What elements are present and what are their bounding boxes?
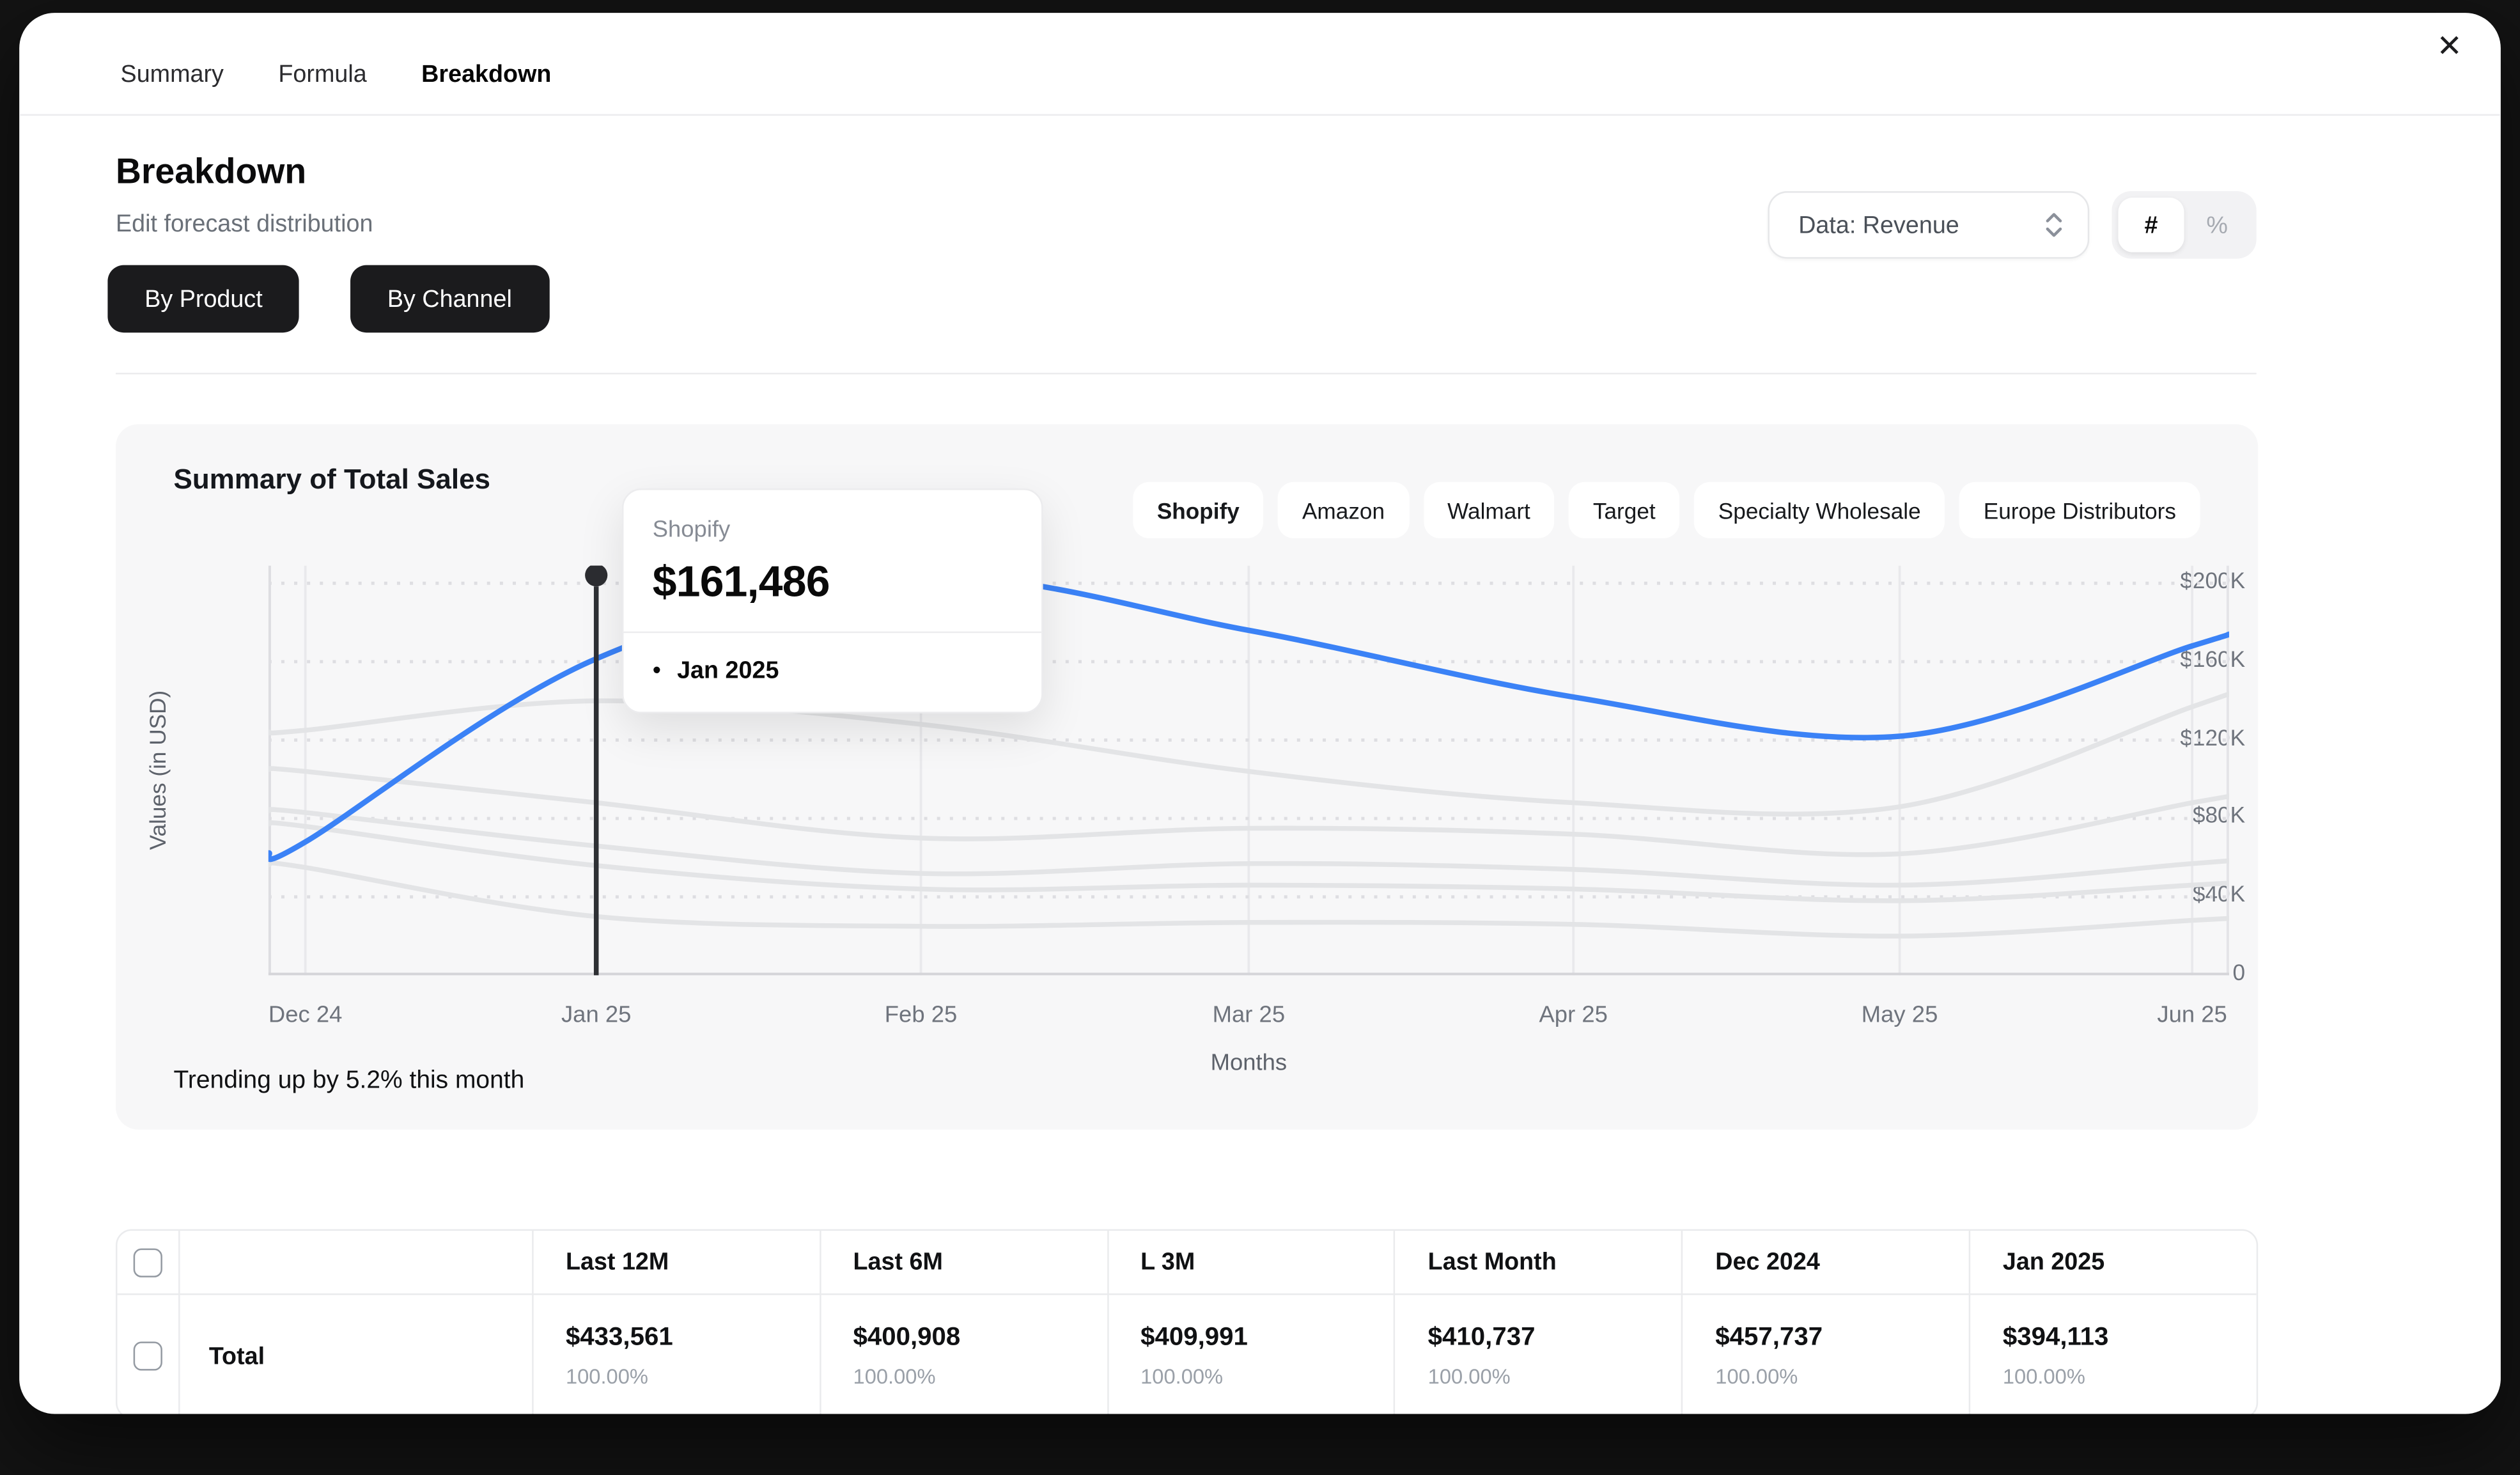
cell-value: $394,113 bbox=[2003, 1324, 2257, 1353]
section-divider bbox=[116, 373, 2257, 375]
tab-bar: Summary Formula Breakdown bbox=[121, 61, 552, 88]
cell-percent: 100.00% bbox=[853, 1364, 1107, 1389]
x-tick-label: Feb 25 bbox=[825, 1003, 1018, 1028]
column-header-l-3m: L 3M bbox=[1107, 1231, 1394, 1293]
unit-toggle: # % bbox=[2112, 191, 2256, 259]
cell-value: $400,908 bbox=[853, 1324, 1107, 1353]
breakdown-table: Last 12MLast 6ML 3MLast MonthDec 2024Jan… bbox=[116, 1229, 2258, 1414]
row-value-cell-l-3m: $409,991 100.00% bbox=[1107, 1295, 1394, 1414]
cell-percent: 100.00% bbox=[2003, 1364, 2257, 1389]
unit-toggle-number[interactable]: # bbox=[2118, 198, 2184, 252]
page-subtitle: Edit forecast distribution bbox=[116, 210, 373, 238]
x-tick-label: May 25 bbox=[1803, 1003, 1996, 1028]
table-row-total: Total$433,561100.00%$400,908100.00%$409,… bbox=[118, 1295, 2257, 1414]
legend-item-shopify[interactable]: Shopify bbox=[1133, 482, 1264, 538]
cell-value: $410,737 bbox=[1428, 1324, 1682, 1353]
row-value-cell-jan-2025: $394,113 100.00% bbox=[1969, 1295, 2257, 1414]
unit-toggle-percent[interactable]: % bbox=[2184, 198, 2250, 252]
table-header-row: Last 12MLast 6ML 3MLast MonthDec 2024Jan… bbox=[118, 1231, 2257, 1295]
tooltip-point-label: Jan 2025 bbox=[677, 657, 779, 685]
column-header-last-6m: Last 6M bbox=[820, 1231, 1107, 1293]
row-name-cell: Total bbox=[178, 1295, 532, 1414]
chart-legend: ShopifyAmazonWalmart Target Specialty Whol… bbox=[1133, 482, 2200, 538]
row-value-cell-last-6m: $400,908 100.00% bbox=[820, 1295, 1107, 1414]
tab-summary[interactable]: Summary bbox=[121, 61, 224, 88]
column-header-dec-2024: Dec 2024 bbox=[1682, 1231, 1970, 1293]
row-value-cell-last-12m: $433,561 100.00% bbox=[532, 1295, 820, 1414]
legend-item-amazon[interactable]: Amazon bbox=[1278, 482, 1409, 538]
tooltip-value: $161,486 bbox=[653, 558, 1013, 607]
table-body: Total$433,561100.00%$400,908100.00%$409,… bbox=[118, 1295, 2257, 1414]
x-axis-title: Months bbox=[1088, 1051, 1410, 1077]
tooltip-series-name: Shopify bbox=[653, 517, 1013, 543]
tab-breakdown[interactable]: Breakdown bbox=[421, 61, 551, 88]
chart-panel: Summary of Total Sales ShopifyAmazonWalm… bbox=[116, 424, 2258, 1129]
legend-item-specialty-wholesale[interactable]: Specialty Wholesale bbox=[1694, 482, 1945, 538]
chevron-up-down-icon bbox=[2042, 209, 2065, 241]
x-tick-label: Apr 25 bbox=[1477, 1003, 1670, 1028]
legend-item-walmart[interactable]: Walmart bbox=[1423, 482, 1554, 538]
sales-line-chart[interactable] bbox=[268, 566, 2229, 977]
by-product-button[interactable]: By Product bbox=[107, 265, 299, 333]
cell-percent: 100.00% bbox=[1140, 1364, 1394, 1389]
column-header-jan-2025: Jan 2025 bbox=[1969, 1231, 2257, 1293]
legend-item-europe-distributors[interactable]: Europe Distributors bbox=[1959, 482, 2200, 538]
cell-percent: 100.00% bbox=[1428, 1364, 1682, 1389]
row-checkbox[interactable] bbox=[134, 1341, 162, 1370]
cell-percent: 100.00% bbox=[566, 1364, 820, 1389]
close-icon[interactable]: ✕ bbox=[2436, 32, 2462, 63]
select-all-checkbox[interactable] bbox=[134, 1247, 162, 1276]
legend-item-target[interactable]: Target bbox=[1569, 482, 1679, 538]
row-value-cell-last-month: $410,737 100.00% bbox=[1394, 1295, 1682, 1414]
chart-tooltip: Shopify $161,486 • Jan 2025 bbox=[622, 488, 1043, 714]
row-checkbox-cell bbox=[118, 1295, 179, 1414]
x-tick-label: Mar 25 bbox=[1153, 1003, 1346, 1028]
column-header-last-month: Last Month bbox=[1394, 1231, 1682, 1293]
forecast-modal: ✕ Summary Formula Breakdown Breakdown Ed… bbox=[19, 13, 2501, 1414]
cell-value: $457,737 bbox=[1715, 1324, 1969, 1353]
data-metric-select-label: Data: Revenue bbox=[1798, 211, 1959, 238]
cell-percent: 100.00% bbox=[1715, 1364, 1969, 1389]
tooltip-bullet-icon: • bbox=[653, 657, 661, 685]
desktop-background: ✕ Summary Formula Breakdown Breakdown Ed… bbox=[0, 0, 2520, 1475]
page-title: Breakdown bbox=[116, 151, 306, 192]
trend-note: Trending up by 5.2% this month bbox=[174, 1067, 525, 1096]
tab-formula[interactable]: Formula bbox=[278, 61, 366, 88]
tabs-divider bbox=[19, 114, 2501, 116]
x-tick-label: Dec 24 bbox=[209, 1003, 402, 1028]
x-tick-label: Jun 25 bbox=[2096, 1003, 2289, 1028]
header-name-cell bbox=[178, 1231, 532, 1293]
header-checkbox-cell bbox=[118, 1231, 179, 1293]
y-axis-title: Values (in USD) bbox=[141, 566, 173, 976]
by-channel-button[interactable]: By Channel bbox=[350, 265, 549, 333]
column-header-last-12m: Last 12M bbox=[532, 1231, 820, 1293]
cell-value: $409,991 bbox=[1140, 1324, 1394, 1353]
cell-value: $433,561 bbox=[566, 1324, 820, 1353]
row-value-cell-dec-2024: $457,737 100.00% bbox=[1682, 1295, 1970, 1414]
chart-title: Summary of Total Sales bbox=[174, 463, 491, 497]
data-metric-select[interactable]: Data: Revenue bbox=[1768, 191, 2089, 259]
x-tick-label: Jan 25 bbox=[500, 1003, 693, 1028]
